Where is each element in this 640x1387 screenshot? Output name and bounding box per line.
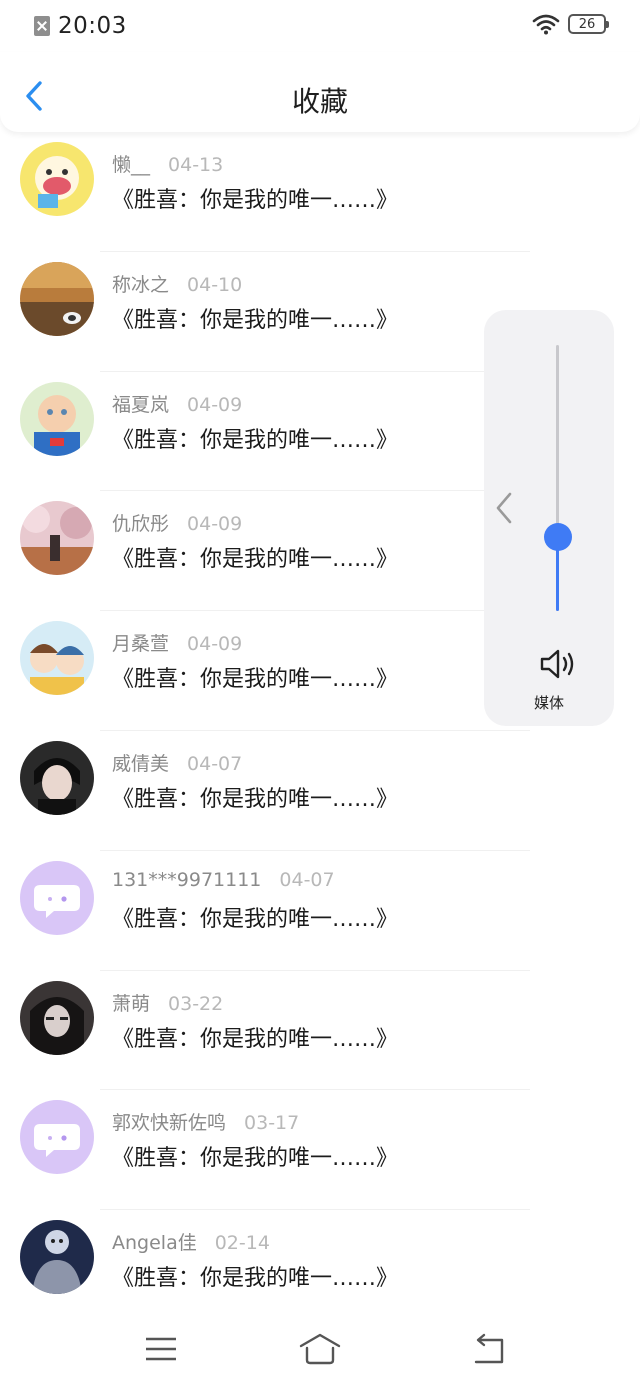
item-title: 《胜喜：你是我的唯一……》 [112,427,399,453]
item-meta: 郭欢快新佐鸣 03-17 [112,1108,299,1135]
volume-slider-thumb[interactable] [544,522,572,551]
list-item[interactable]: 萧萌 03-22 《胜喜：你是我的唯一……》 [0,971,640,1091]
item-date: 04-13 [168,154,224,176]
clock: 20:03 [58,13,127,39]
item-date: 02-14 [214,1232,270,1255]
menu-icon[interactable] [138,1332,182,1366]
item-date: 04-09 [187,633,243,656]
item-title: 《胜喜：你是我的唯一……》 [112,188,399,213]
item-meta: 月桑萱 04-09 [112,629,242,656]
page-title: 收藏 [291,85,348,118]
speaker-icon[interactable] [539,648,577,680]
avatar [20,740,94,815]
status-bar: 20:03 26 [0,0,640,52]
list-item[interactable]: 懒__ 04-13 《胜喜：你是我的唯一……》 [0,132,640,252]
user-name: 萧萌 [112,992,151,1015]
header: 收藏 [0,52,640,132]
item-date: 04-09 [187,513,243,536]
user-name: 仇欣彤 [112,513,170,536]
item-meta: 福夏岚 04-09 [112,390,242,417]
item-title: 《胜喜：你是我的唯一……》 [112,906,399,932]
user-name: 福夏岚 [112,393,170,416]
back-icon[interactable] [466,1332,510,1366]
avatar [20,980,94,1055]
avatar [20,261,94,336]
user-name: 月桑萱 [112,633,170,656]
item-date: 04-10 [187,273,243,296]
item-title: 《胜喜：你是我的唯一……》 [112,1266,399,1292]
avatar [20,501,94,576]
volume-slider-track[interactable] [556,345,559,611]
volume-label: 媒体 [533,694,564,712]
item-title: 《胜喜：你是我的唯一……》 [112,786,399,812]
user-name: 称冰之 [112,273,170,296]
status-right: 26 [532,13,609,35]
user-name: 131***9971111 [112,868,262,891]
navigation-bar [0,1310,640,1387]
item-title: 《胜喜：你是我的唯一……》 [112,1146,399,1172]
user-name: 懒__ [112,154,151,176]
battery-icon: 26 [568,14,609,34]
user-name: 威倩美 [112,752,170,775]
list-item[interactable]: 131***9971111 04-07 《胜喜：你是我的唯一……》 [0,851,640,971]
item-meta: 威倩美 04-07 [112,749,242,776]
avatar [20,381,94,456]
default-avatar [20,860,94,935]
list-item[interactable]: 威倩美 04-07 《胜喜：你是我的唯一……》 [0,731,640,851]
default-avatar [20,1100,94,1175]
item-date: 03-22 [168,992,224,1015]
item-title: 《胜喜：你是我的唯一……》 [112,667,399,693]
user-name: Angela佳 [112,1232,197,1255]
item-meta: 131***9971111 04-07 [112,869,335,891]
home-icon[interactable] [298,1332,342,1366]
item-date: 04-07 [279,868,335,891]
avatar [20,142,94,216]
item-title: 《胜喜：你是我的唯一……》 [112,307,399,333]
item-meta: 懒__ 04-13 [112,150,223,177]
item-meta: 萧萌 03-22 [112,989,223,1016]
avatar [20,621,94,696]
item-title: 《胜喜：你是我的唯一……》 [112,1026,399,1052]
item-date: 04-07 [187,752,243,775]
user-name: 郭欢快新佐鸣 [112,1112,227,1135]
item-date: 04-09 [187,393,243,416]
status-left: 20:03 [34,13,127,39]
item-meta: 称冰之 04-10 [112,270,242,297]
battery-level: 26 [578,16,596,32]
item-meta: 仇欣彤 04-09 [112,509,242,536]
list-item[interactable]: 郭欢快新佐鸣 03-17 《胜喜：你是我的唯一……》 [0,1090,640,1211]
item-title: 《胜喜：你是我的唯一……》 [112,547,399,573]
chevron-left-icon[interactable] [492,490,516,526]
no-sim-icon [34,16,50,36]
item-date: 03-17 [244,1112,300,1135]
volume-panel: 媒体 [484,310,614,726]
avatar [20,1220,94,1295]
wifi-icon [532,14,560,35]
item-meta: Angela佳 02-14 [112,1228,270,1255]
